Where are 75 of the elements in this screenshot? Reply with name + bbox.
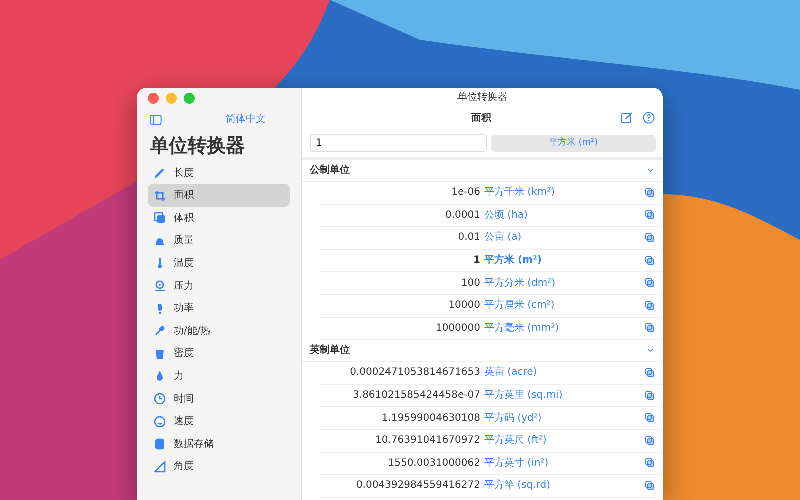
squares-icon xyxy=(154,212,166,224)
help-icon[interactable] xyxy=(643,112,655,124)
sidebar-item[interactable]: 质量 xyxy=(148,230,290,252)
crop-icon xyxy=(154,190,166,202)
copy-icon[interactable] xyxy=(645,256,655,266)
sidebar-item[interactable]: 时间 xyxy=(148,388,290,410)
drop-icon xyxy=(154,370,166,382)
unit-name: 平方毫米 (mm²) xyxy=(484,322,560,336)
sidebar-item[interactable]: 功/能/热 xyxy=(148,320,290,343)
unit-value: 10000 xyxy=(448,299,482,314)
unit-value: 1550.0031000062 xyxy=(387,456,482,471)
sidebar-item[interactable]: 压力 xyxy=(148,274,290,298)
unit-value: 1.19599004630108 xyxy=(380,412,482,426)
unit-value: 100 xyxy=(460,276,482,291)
triangle-ruler-icon xyxy=(154,460,166,473)
zoom-button[interactable] xyxy=(184,93,195,104)
sidebar-item[interactable]: 体积 xyxy=(148,206,290,230)
unit-name: 平方英里 (sq.mi) xyxy=(484,388,564,404)
copy-icon[interactable] xyxy=(645,232,655,243)
sidebar-item[interactable]: 力 xyxy=(148,365,290,388)
sidebar-item[interactable]: 温度 xyxy=(148,252,290,275)
unit-name: 平方英尺 (ft²) xyxy=(484,434,548,448)
unit-value: 10.76391041670972 xyxy=(374,434,482,448)
unit-name: 公顷 (ha) xyxy=(484,208,529,223)
unit-name: 平方竿 (sq.rd) xyxy=(484,478,552,494)
cup-icon xyxy=(154,348,166,360)
copy-icon[interactable] xyxy=(645,458,655,468)
unit-name: 平方米 (m²) xyxy=(484,253,543,268)
database-icon xyxy=(154,438,166,450)
unit-value: 0.0001 xyxy=(444,208,482,223)
unit-name: 英亩 (acre) xyxy=(484,366,538,380)
unit-value: 3.861021585424458e-07 xyxy=(352,389,482,404)
sidebar-heading: 单位转换器 xyxy=(150,135,246,158)
unit-name: 平方千米 (km²) xyxy=(484,186,556,200)
sidebar-item[interactable]: 长度 xyxy=(148,162,290,184)
copy-icon[interactable] xyxy=(645,188,655,198)
unit-name: 平方分米 (dm²) xyxy=(484,276,557,291)
section-title: 英制单位 xyxy=(310,344,350,358)
sidebar-item[interactable]: 数据存储 xyxy=(148,432,290,456)
sidebar-item[interactable]: 密度 xyxy=(148,342,290,366)
sidebar-item[interactable]: 速度 xyxy=(148,410,290,433)
unit-value: 1e-06 xyxy=(450,186,482,200)
copy-icon[interactable] xyxy=(645,300,655,311)
unit-value: 0.004392984559416272 xyxy=(355,479,482,494)
unit-value: 0.0002471053814671653 xyxy=(349,366,482,380)
copy-icon[interactable] xyxy=(645,278,655,288)
sidebar-item[interactable]: 面积 xyxy=(148,184,290,207)
unit-name: 平方英寸 (in²) xyxy=(484,456,550,471)
copy-icon[interactable] xyxy=(645,210,655,220)
copy-icon[interactable] xyxy=(645,390,655,401)
clock-icon xyxy=(154,393,166,406)
toolbar-title: 面积 xyxy=(470,112,493,126)
unit-value: 1 xyxy=(472,254,482,268)
unit-name: 公亩 (a) xyxy=(484,230,523,246)
copy-icon[interactable] xyxy=(645,436,655,446)
sidebar-toggle-icon[interactable] xyxy=(150,114,162,126)
drumstick-icon xyxy=(154,325,166,338)
window-title: 单位转换器 xyxy=(456,90,508,105)
copy-icon[interactable] xyxy=(645,368,655,378)
gauge-icon xyxy=(154,280,166,292)
copy-icon[interactable] xyxy=(645,323,655,334)
sidebar-item[interactable]: 角度 xyxy=(148,456,290,478)
edit-icon[interactable] xyxy=(621,112,633,124)
copy-icon[interactable] xyxy=(645,480,655,491)
unit-name: 平方厘米 (cm²) xyxy=(484,298,556,314)
unit-value: 1000000 xyxy=(434,322,482,336)
section-title: 公制单位 xyxy=(310,164,350,178)
value-input-field[interactable]: 1 xyxy=(310,134,487,152)
unit-name: 平方码 (yd²) xyxy=(484,412,543,426)
unit-value: 0.01 xyxy=(457,231,482,246)
speedometer-icon xyxy=(154,416,166,428)
sidebar-item[interactable]: 功率 xyxy=(148,297,290,320)
close-button[interactable] xyxy=(148,93,159,104)
copy-icon[interactable] xyxy=(645,413,655,424)
pencil-icon xyxy=(154,167,166,180)
